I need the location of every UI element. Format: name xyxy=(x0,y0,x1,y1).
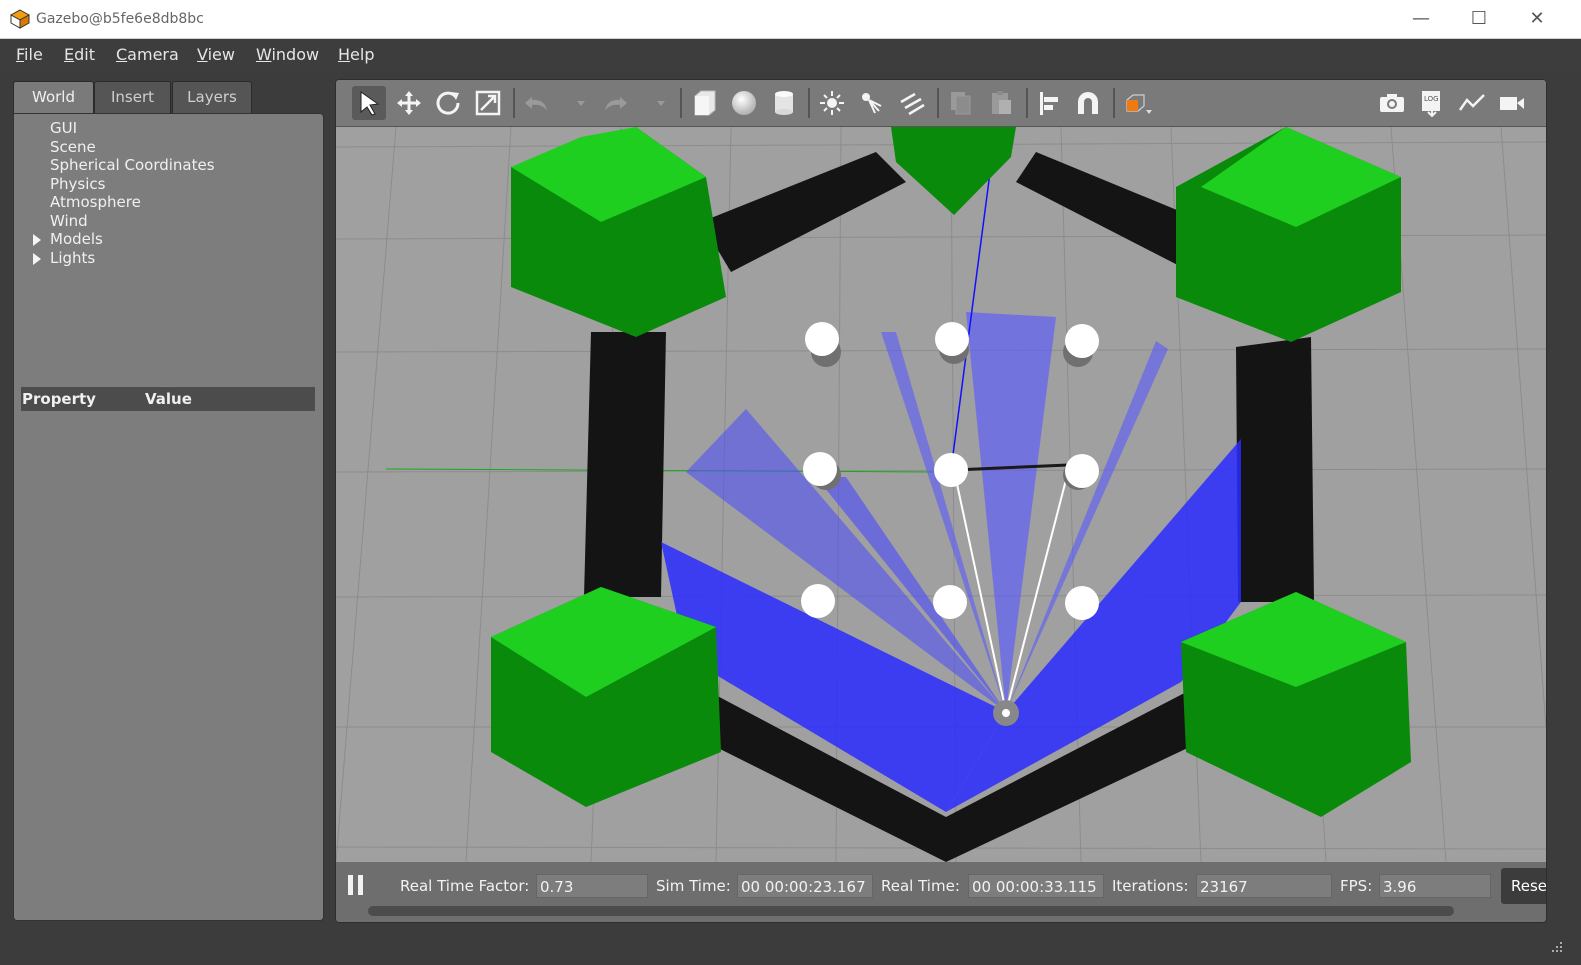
real-time-value: 00 00:00:33.115 xyxy=(968,874,1104,898)
tree-item-gui[interactable]: GUI xyxy=(50,119,77,137)
copy-icon[interactable] xyxy=(946,88,976,118)
close-button[interactable]: ✕ xyxy=(1514,6,1560,32)
view-angle-icon[interactable] xyxy=(1122,88,1152,118)
menu-file[interactable]: File xyxy=(16,45,43,64)
horizontal-scrollbar[interactable] xyxy=(368,906,1454,916)
undo-icon[interactable] xyxy=(522,88,552,118)
tree-item-physics[interactable]: Physics xyxy=(50,175,105,193)
menu-view[interactable]: View xyxy=(197,45,235,64)
real-time-factor-label: Real Time Factor: xyxy=(400,877,530,895)
sim-time-label: Sim Time: xyxy=(656,877,731,895)
redo-dropdown-icon[interactable] xyxy=(646,88,665,118)
video-record-icon[interactable] xyxy=(1497,88,1527,118)
align-icon[interactable] xyxy=(1035,88,1065,118)
box-icon[interactable] xyxy=(689,88,719,118)
sphere-icon[interactable] xyxy=(729,88,759,118)
menu-edit[interactable]: Edit xyxy=(64,45,95,64)
plot-icon[interactable] xyxy=(1457,88,1487,118)
tree-item-scene[interactable]: Scene xyxy=(50,138,96,156)
robot xyxy=(993,700,1019,726)
real-time-factor-value: 0.73 xyxy=(536,874,648,898)
cylinder-icon[interactable] xyxy=(769,88,799,118)
point-light-icon[interactable] xyxy=(817,88,847,118)
screenshot-icon[interactable] xyxy=(1377,88,1407,118)
minimize-button[interactable]: — xyxy=(1398,6,1444,32)
menu-bar: File Edit Camera View Window Help xyxy=(0,39,1581,71)
log-icon[interactable]: LOG xyxy=(1417,88,1447,118)
iterations-label: Iterations: xyxy=(1112,877,1189,895)
rotate-icon[interactable] xyxy=(433,88,463,118)
redo-icon[interactable] xyxy=(600,88,630,118)
tree-item-spherical-coordinates[interactable]: Spherical Coordinates xyxy=(50,156,215,174)
tree-item-models[interactable]: Models xyxy=(50,230,103,248)
title-bar: Gazebo@b5fe6e8db8bc — ☐ ✕ xyxy=(0,0,1581,39)
3d-scene-view[interactable] xyxy=(336,127,1546,862)
spot-light-icon[interactable] xyxy=(857,88,887,118)
menu-window[interactable]: Window xyxy=(256,45,319,64)
menu-help[interactable]: Help xyxy=(338,45,374,64)
snap-magnet-icon[interactable] xyxy=(1073,88,1103,118)
value-column-label: Value xyxy=(145,390,192,408)
resize-grip-icon[interactable] xyxy=(1551,941,1563,953)
render-viewport: LOG Real Time Factor: 0.73 Sim Time: 00 … xyxy=(335,79,1547,923)
reset-time-button[interactable]: Rese xyxy=(1501,868,1546,904)
fps-label: FPS: xyxy=(1340,877,1373,895)
pause-icon[interactable] xyxy=(348,875,366,897)
scale-icon[interactable] xyxy=(473,88,503,118)
iterations-value: 23167 xyxy=(1196,874,1332,898)
tree-item-lights[interactable]: Lights xyxy=(50,249,95,267)
tree-item-atmosphere[interactable]: Atmosphere xyxy=(50,193,141,211)
left-panel: World Insert Layers GUI Scene Spherical … xyxy=(12,80,324,922)
property-header: Property Value xyxy=(21,387,315,411)
sim-time-value: 00 00:00:23.167 xyxy=(737,874,873,898)
status-bar: Real Time Factor: 0.73 Sim Time: 00 00:0… xyxy=(336,862,1546,922)
translate-icon[interactable] xyxy=(394,88,424,118)
property-column-label: Property xyxy=(22,390,96,408)
fps-value: 3.96 xyxy=(1379,874,1491,898)
window-title: Gazebo@b5fe6e8db8bc xyxy=(36,11,204,27)
svg-text:LOG: LOG xyxy=(1424,95,1439,103)
menu-camera[interactable]: Camera xyxy=(116,45,179,64)
undo-dropdown-icon[interactable] xyxy=(566,88,585,118)
select-arrow-icon[interactable] xyxy=(352,86,386,120)
directional-light-icon[interactable] xyxy=(897,88,927,118)
world-tree-panel: GUI Scene Spherical Coordinates Physics … xyxy=(13,113,324,921)
tree-item-wind[interactable]: Wind xyxy=(50,212,88,230)
tab-world[interactable]: World xyxy=(13,81,94,115)
gazebo-logo-icon xyxy=(10,9,30,29)
tab-layers[interactable]: Layers xyxy=(172,81,252,114)
tab-insert[interactable]: Insert xyxy=(94,81,171,114)
paste-icon[interactable] xyxy=(986,88,1016,118)
maximize-button[interactable]: ☐ xyxy=(1456,6,1502,32)
expand-arrow-icon[interactable] xyxy=(33,234,41,246)
toolbar: LOG xyxy=(336,80,1546,127)
expand-arrow-icon[interactable] xyxy=(33,253,41,265)
real-time-label: Real Time: xyxy=(881,877,960,895)
